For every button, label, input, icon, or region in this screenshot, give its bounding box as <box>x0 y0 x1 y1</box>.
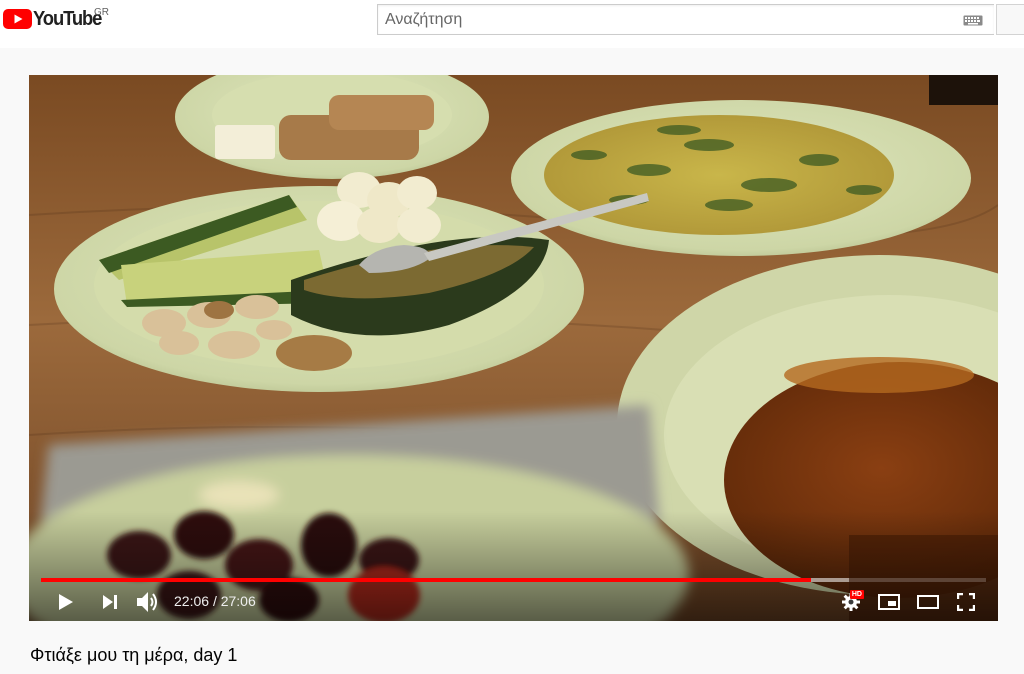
volume-button[interactable] <box>134 589 162 615</box>
play-button[interactable] <box>52 589 80 615</box>
player-controls: 22:06 / 27:06 HD <box>29 585 998 621</box>
miniplayer-icon <box>878 594 900 610</box>
hd-badge: HD <box>849 590 864 599</box>
country-code: GR <box>94 7 109 18</box>
logo-wordmark: YouTube <box>33 8 102 30</box>
fullscreen-button[interactable] <box>952 589 980 615</box>
time-separator: / <box>212 593 217 609</box>
youtube-logo[interactable]: YouTube GR <box>3 7 109 30</box>
settings-button[interactable]: HD <box>837 589 865 615</box>
volume-icon <box>137 592 157 612</box>
time-display: 22:06 / 27:06 <box>174 593 256 609</box>
masthead: YouTube GR <box>0 0 1024 48</box>
progress-bar[interactable] <box>41 578 986 582</box>
video-title: Φτιάξε μου τη μέρα, day 1 <box>30 645 238 665</box>
search-box <box>377 4 994 35</box>
duration: 27:06 <box>220 593 256 609</box>
search-input[interactable] <box>385 5 955 34</box>
fullscreen-icon <box>957 593 975 611</box>
keyboard-icon[interactable] <box>963 15 983 26</box>
youtube-play-icon <box>3 9 32 29</box>
progress-played <box>41 578 812 582</box>
video-player[interactable]: 22:06 / 27:06 HD <box>29 75 998 621</box>
theater-mode-button[interactable] <box>914 589 942 615</box>
video-frame[interactable] <box>29 75 998 621</box>
next-button[interactable] <box>96 589 124 615</box>
theater-mode-icon <box>917 595 939 609</box>
miniplayer-button[interactable] <box>875 589 903 615</box>
search-button[interactable] <box>996 4 1024 35</box>
play-icon <box>59 594 73 610</box>
next-icon <box>103 595 117 609</box>
current-time: 22:06 <box>174 593 210 609</box>
